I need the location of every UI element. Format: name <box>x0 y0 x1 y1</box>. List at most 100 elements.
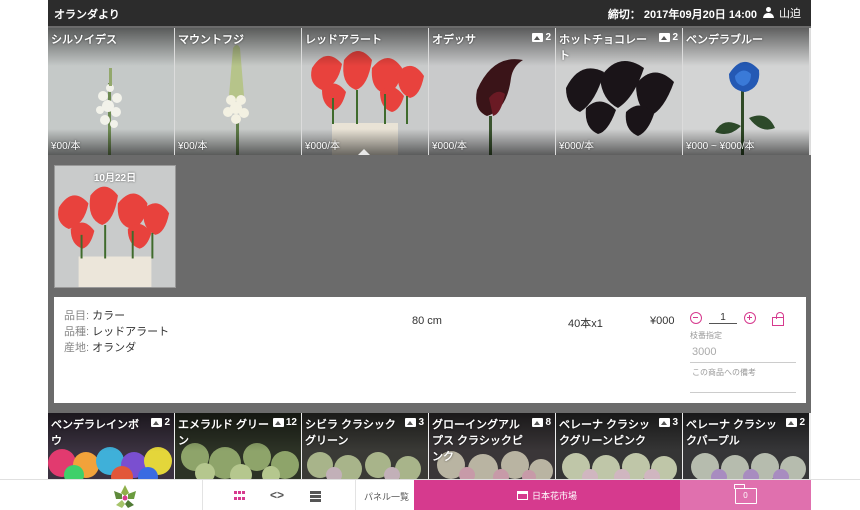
product-name: ベンデラブルー <box>686 34 763 46</box>
market-button[interactable]: 日本花市場 <box>414 480 680 510</box>
variety-label: 品種: <box>64 326 90 338</box>
product-card[interactable]: ベンデラブルー ¥000 ~ ¥000/本 <box>683 28 809 155</box>
quantity-stepper: 1 <box>690 308 796 328</box>
lot-quantity: 40本x1 <box>568 318 603 330</box>
product-card[interactable]: シビラ クラシック グリーン 3 <box>302 413 428 479</box>
product-name: マウントフジ <box>178 34 244 46</box>
image-count-badge: 2 <box>532 32 551 43</box>
image-icon <box>151 418 163 427</box>
user-menu[interactable]: 山迫 <box>763 5 801 21</box>
list-view-icon[interactable] <box>310 488 326 502</box>
page-title: オランダより <box>54 9 120 21</box>
image-count-badge: 2 <box>659 32 678 43</box>
image-count: 3 <box>418 417 424 428</box>
image-icon <box>659 33 671 42</box>
product-card[interactable]: ホットチョコレート 2 ¥000/本 <box>556 28 682 155</box>
product-card[interactable]: オデッサ 2 ¥000/本 <box>429 28 555 155</box>
product-card-selected[interactable]: レッドアラート ¥000/本 <box>302 28 428 155</box>
product-strip-bottom: ベンデラレインボウ 2 エメラルド グリーン 12 シビラ クラシック グリーン… <box>48 413 811 479</box>
item-value: カラー <box>92 310 126 322</box>
variety-row: 品種: レッドアラート <box>64 324 169 340</box>
product-price: ¥00/本 <box>51 141 81 152</box>
minus-circle-icon[interactable] <box>690 312 702 324</box>
quantity-input[interactable]: 1 <box>709 312 737 324</box>
image-icon <box>532 33 544 42</box>
product-strip-top: シルソイデス ¥00/本 マウントフジ ¥00/本 レッドアラート ¥000/本… <box>48 28 811 155</box>
order-form: 1 枝番指定 3000 この商品への備考 <box>690 308 796 393</box>
item-label: 品目: <box>64 310 90 322</box>
deadline-text: 締切： 2017年09月20日 14:00 <box>607 9 757 21</box>
image-count-badge: 8 <box>532 417 551 428</box>
product-name: オデッサ <box>432 34 476 46</box>
image-count: 2 <box>545 32 551 43</box>
lot-detail-panel: 品目: カラー 品種: レッドアラート 産地: オランダ 80 cm 40本x1… <box>54 297 806 403</box>
image-count: 8 <box>545 417 551 428</box>
grid-view-icon[interactable] <box>232 488 248 502</box>
unlock-icon[interactable] <box>771 311 784 326</box>
product-name: エメラルド グリーン <box>178 419 270 447</box>
origin-label: 産地: <box>64 342 90 354</box>
image-icon <box>659 418 671 427</box>
product-price: ¥000/本 <box>432 141 468 152</box>
product-card[interactable]: ベレーナ クラシックパープル 2 <box>683 413 809 479</box>
image-count: 12 <box>285 417 297 428</box>
cart-button[interactable]: 0 <box>680 480 811 510</box>
image-icon <box>786 418 798 427</box>
product-card[interactable]: マウントフジ ¥00/本 <box>175 28 301 155</box>
image-icon <box>405 418 417 427</box>
product-name: レッドアラート <box>305 34 382 46</box>
stem-length: 80 cm <box>412 315 442 327</box>
divider <box>202 480 203 510</box>
origin-row: 産地: オランダ <box>64 340 169 356</box>
note-field[interactable]: この商品への備考 <box>690 363 796 393</box>
product-card[interactable]: ベレーナ クラシックグリーンピンク 3 <box>556 413 682 479</box>
lot-date: 10月22日 <box>93 173 137 184</box>
image-count: 2 <box>672 32 678 43</box>
lot-price: ¥000 <box>650 315 675 327</box>
plus-circle-icon[interactable] <box>744 312 756 324</box>
lot-info: 品目: カラー 品種: レッドアラート 産地: オランダ <box>64 308 169 356</box>
image-count: 2 <box>799 417 805 428</box>
divider <box>355 480 356 510</box>
image-count-badge: 12 <box>272 417 297 428</box>
product-name: ベレーナ クラシックパープル <box>686 419 777 447</box>
origin-value: オランダ <box>92 342 137 354</box>
image-count: 2 <box>164 417 170 428</box>
image-count-badge: 3 <box>659 417 678 428</box>
image-count-badge: 2 <box>786 417 805 428</box>
product-name: グローイングアルプス クラシックピンク <box>432 419 523 463</box>
product-price: ¥00/本 <box>178 141 208 152</box>
store-icon <box>516 491 528 500</box>
market-label: 日本花市場 <box>531 491 577 501</box>
code-view-icon[interactable]: <> <box>270 488 286 502</box>
product-name: シビラ クラシック グリーン <box>305 419 396 447</box>
image-count-badge: 3 <box>405 417 424 428</box>
product-price: ¥000 ~ ¥000/本 <box>686 141 755 152</box>
product-name: シルソイデス <box>51 34 117 46</box>
image-icon <box>532 418 544 427</box>
flower-photo <box>55 166 175 287</box>
branch-label: 枝番指定 <box>690 331 722 340</box>
folder-icon: 0 <box>734 483 757 504</box>
user-icon <box>763 7 774 19</box>
header-bar: オランダより 締切： 2017年09月20日 14:00 山迫 <box>48 0 811 26</box>
image-count-badge: 2 <box>151 417 170 428</box>
product-name: ベンデラレインボウ <box>51 419 139 447</box>
product-card[interactable]: ベンデラレインボウ 2 <box>48 413 174 479</box>
product-name: ベレーナ クラシックグリーンピンク <box>559 419 650 447</box>
product-card[interactable]: シルソイデス ¥00/本 <box>48 28 174 155</box>
variety-value: レッドアラート <box>92 326 170 338</box>
image-icon <box>272 418 284 427</box>
branch-number-field[interactable]: 3000 <box>690 342 796 363</box>
flower-logo[interactable] <box>110 483 140 509</box>
app-frame: オランダより 締切： 2017年09月20日 14:00 山迫 シルソイデス ¥… <box>48 0 811 510</box>
image-count: 3 <box>672 417 678 428</box>
panel-list-link[interactable]: パネル一覧 <box>364 490 409 503</box>
product-card[interactable]: エメラルド グリーン 12 <box>175 413 301 479</box>
product-price: ¥000/本 <box>559 141 595 152</box>
product-card[interactable]: グローイングアルプス クラシックピンク 8 <box>429 413 555 479</box>
lot-thumbnail[interactable]: 10月22日 <box>54 165 176 288</box>
product-price: ¥000/本 <box>305 141 341 152</box>
item-row: 品目: カラー <box>64 308 169 324</box>
user-name: 山迫 <box>779 8 801 20</box>
